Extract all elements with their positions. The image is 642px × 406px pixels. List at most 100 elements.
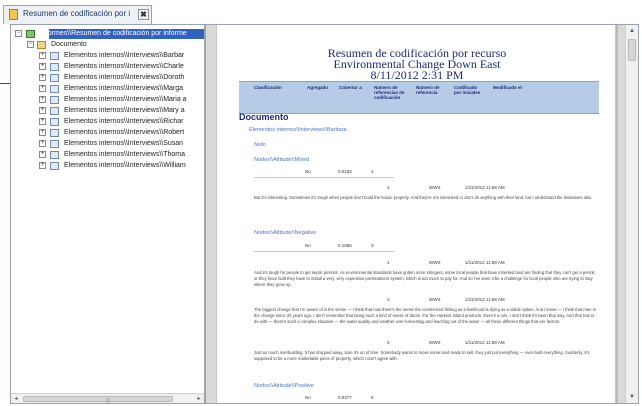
tree-item-label: Elementos internos\\Interviews\\Barbar xyxy=(64,52,185,59)
expand-icon[interactable]: + xyxy=(39,96,46,103)
tree-item[interactable]: + Elementos internos\\Interviews\\Barbar xyxy=(11,51,204,61)
coverage-value: 0.0377 xyxy=(338,395,352,400)
tab-coding-summary[interactable]: Resumen de codificación por i ✖ xyxy=(3,5,152,24)
tab-title: Resumen de codificación por i xyxy=(23,9,131,18)
node-path: Nodos\\Attitude\\Negative xyxy=(254,230,317,236)
tab-bar: Resumen de codificación por i ✖ xyxy=(0,0,642,24)
scroll-thumb[interactable] xyxy=(628,39,636,61)
node-path: Nodos\\Attitude\\Positive xyxy=(254,383,314,389)
tree-horizontal-scrollbar[interactable]: ◂ ||| ▸ xyxy=(11,393,204,403)
expand-icon[interactable]: + xyxy=(39,140,46,147)
tree-item-label: Elementos internos\\Interviews\\Marga xyxy=(64,85,184,92)
expand-icon[interactable]: + xyxy=(39,63,46,70)
tree-item[interactable]: + Elementos internos\\Interviews\\Susan xyxy=(11,139,204,149)
source-icon xyxy=(50,162,59,170)
report-tree: − Informes\\Resumen de codificación por … xyxy=(10,24,205,404)
ref-date: 1/11/2012 11:58 AM xyxy=(465,185,505,190)
close-icon[interactable]: ✖ xyxy=(138,9,149,20)
ref-initials: WWS xyxy=(429,260,441,265)
ref-date: 1/11/2012 11:58 AM xyxy=(465,260,505,265)
ref-date: 1/11/2012 11:58 AM xyxy=(465,340,505,345)
coded-text: And it's tough for people to get septic … xyxy=(254,270,596,287)
tree-item-label: Elementos internos\\Interviews\\Charle xyxy=(64,63,184,70)
source-icon xyxy=(50,63,59,71)
node-label: Nodo xyxy=(254,142,266,148)
tree-item[interactable]: + Elementos internos\\Interviews\\Charle xyxy=(11,62,204,72)
col-header: Número de referencias de codificación xyxy=(374,85,405,100)
report-viewer: Resumen de codificación por recurso Envi… xyxy=(205,24,639,404)
tree-item-label: Elementos internos\\Interviews\\Maria a xyxy=(64,96,187,103)
tree-root[interactable]: − Informes\\Resumen de codificación por … xyxy=(11,29,204,39)
ref-number: 1 xyxy=(387,260,390,265)
coverage-value: 0.1056 xyxy=(338,243,352,248)
ref-initials: WWS xyxy=(429,297,441,302)
col-header: Agregado xyxy=(307,85,329,90)
col-header: Modificado el xyxy=(493,85,522,90)
source-icon xyxy=(50,118,59,126)
expand-icon[interactable]: + xyxy=(39,151,46,158)
aggregate-value: No xyxy=(305,243,311,248)
scroll-left-icon[interactable]: ◂ xyxy=(12,395,20,403)
tree-item-label: Elementos internos\\Interviews\\Susan xyxy=(64,140,184,147)
tree-item-label: Elementos internos\\Interviews\\Mary a xyxy=(64,107,185,114)
coded-text: Just so much overbuilding. It has droppe… xyxy=(254,350,590,361)
tree-item[interactable]: + Elementos internos\\Interviews\\Robert xyxy=(11,128,204,138)
tree-item-label: Elementos internos\\Interviews\\Thoma xyxy=(64,151,185,158)
tree-item[interactable]: + Elementos internos\\Interviews\\Mary a xyxy=(11,106,204,116)
scroll-down-icon[interactable]: ▼ xyxy=(626,392,638,402)
source-icon xyxy=(50,151,59,159)
report-vertical-scrollbar[interactable]: ▲ ▼ xyxy=(625,25,638,403)
report-icon xyxy=(26,30,35,38)
source-icon xyxy=(50,74,59,82)
divider xyxy=(254,177,394,178)
source-icon xyxy=(50,85,59,93)
expand-icon[interactable]: + xyxy=(39,85,46,92)
scroll-thumb[interactable]: ||| xyxy=(23,396,173,404)
coverage-value: 0.0183 xyxy=(338,169,352,174)
tree-item[interactable]: + Elementos internos\\Interviews\\Doroth xyxy=(11,73,204,83)
source-icon xyxy=(50,52,59,60)
ref-number: 3 xyxy=(387,340,390,345)
source-icon xyxy=(50,96,59,104)
expand-icon[interactable]: + xyxy=(39,162,46,169)
scroll-right-icon[interactable]: ▸ xyxy=(195,395,203,403)
expand-icon[interactable]: + xyxy=(39,118,46,125)
coded-text: The biggest change that I'm aware of is … xyxy=(254,307,596,324)
report-date: 8/11/2012 2:31 PM xyxy=(370,68,464,82)
col-header: Número de referencia xyxy=(416,85,440,95)
expand-icon[interactable]: + xyxy=(39,52,46,59)
source-icon xyxy=(50,129,59,137)
ref-date: 1/11/2012 11:58 AM xyxy=(465,297,505,302)
ref-initials: WWS xyxy=(429,340,441,345)
col-header: Codificado por iniciales xyxy=(454,85,481,95)
grip-icon: ||| xyxy=(106,398,110,404)
ref-number: 1 xyxy=(387,185,390,190)
tree-item[interactable]: + Elementos internos\\Interviews\\Maria … xyxy=(11,95,204,105)
coded-text: But it's interesting. Sometimes it's tou… xyxy=(254,195,593,200)
refs-value: 1 xyxy=(371,169,374,174)
report-page: Resumen de codificación por recurso Envi… xyxy=(216,25,616,403)
tree-item[interactable]: + Elementos internos\\Interviews\\Thoma xyxy=(11,150,204,160)
tree-item[interactable]: + Elementos internos\\Interviews\\Richar xyxy=(11,117,204,127)
scroll-up-icon[interactable]: ▲ xyxy=(626,26,638,36)
col-header: Clasificación xyxy=(254,85,282,90)
tree-folder-documento[interactable]: − Documento xyxy=(11,40,204,50)
ref-number: 2 xyxy=(387,297,390,302)
tree-root-label: Informes\\Resumen de codificación por in… xyxy=(40,30,187,37)
collapse-icon[interactable]: − xyxy=(15,30,22,37)
source-path: Elementos internos\\Interviews\\Barbara xyxy=(249,127,347,133)
expand-icon[interactable]: + xyxy=(39,129,46,136)
collapse-icon[interactable]: − xyxy=(27,41,34,48)
tree-item[interactable]: + Elementos internos\\Interviews\\Willia… xyxy=(11,161,204,171)
tree-item-label: Elementos internos\\Interviews\\Doroth xyxy=(64,74,185,81)
expand-icon[interactable]: + xyxy=(39,107,46,114)
folder-icon xyxy=(37,41,46,49)
ref-initials: WWS xyxy=(429,185,441,190)
aggregate-value: No xyxy=(305,395,311,400)
tree-folder-label: Documento xyxy=(51,41,87,48)
expand-icon[interactable]: + xyxy=(39,74,46,81)
source-icon xyxy=(50,140,59,148)
tree-item[interactable]: + Elementos internos\\Interviews\\Marga xyxy=(11,84,204,94)
source-icon xyxy=(50,107,59,115)
aggregate-value: No xyxy=(305,169,311,174)
